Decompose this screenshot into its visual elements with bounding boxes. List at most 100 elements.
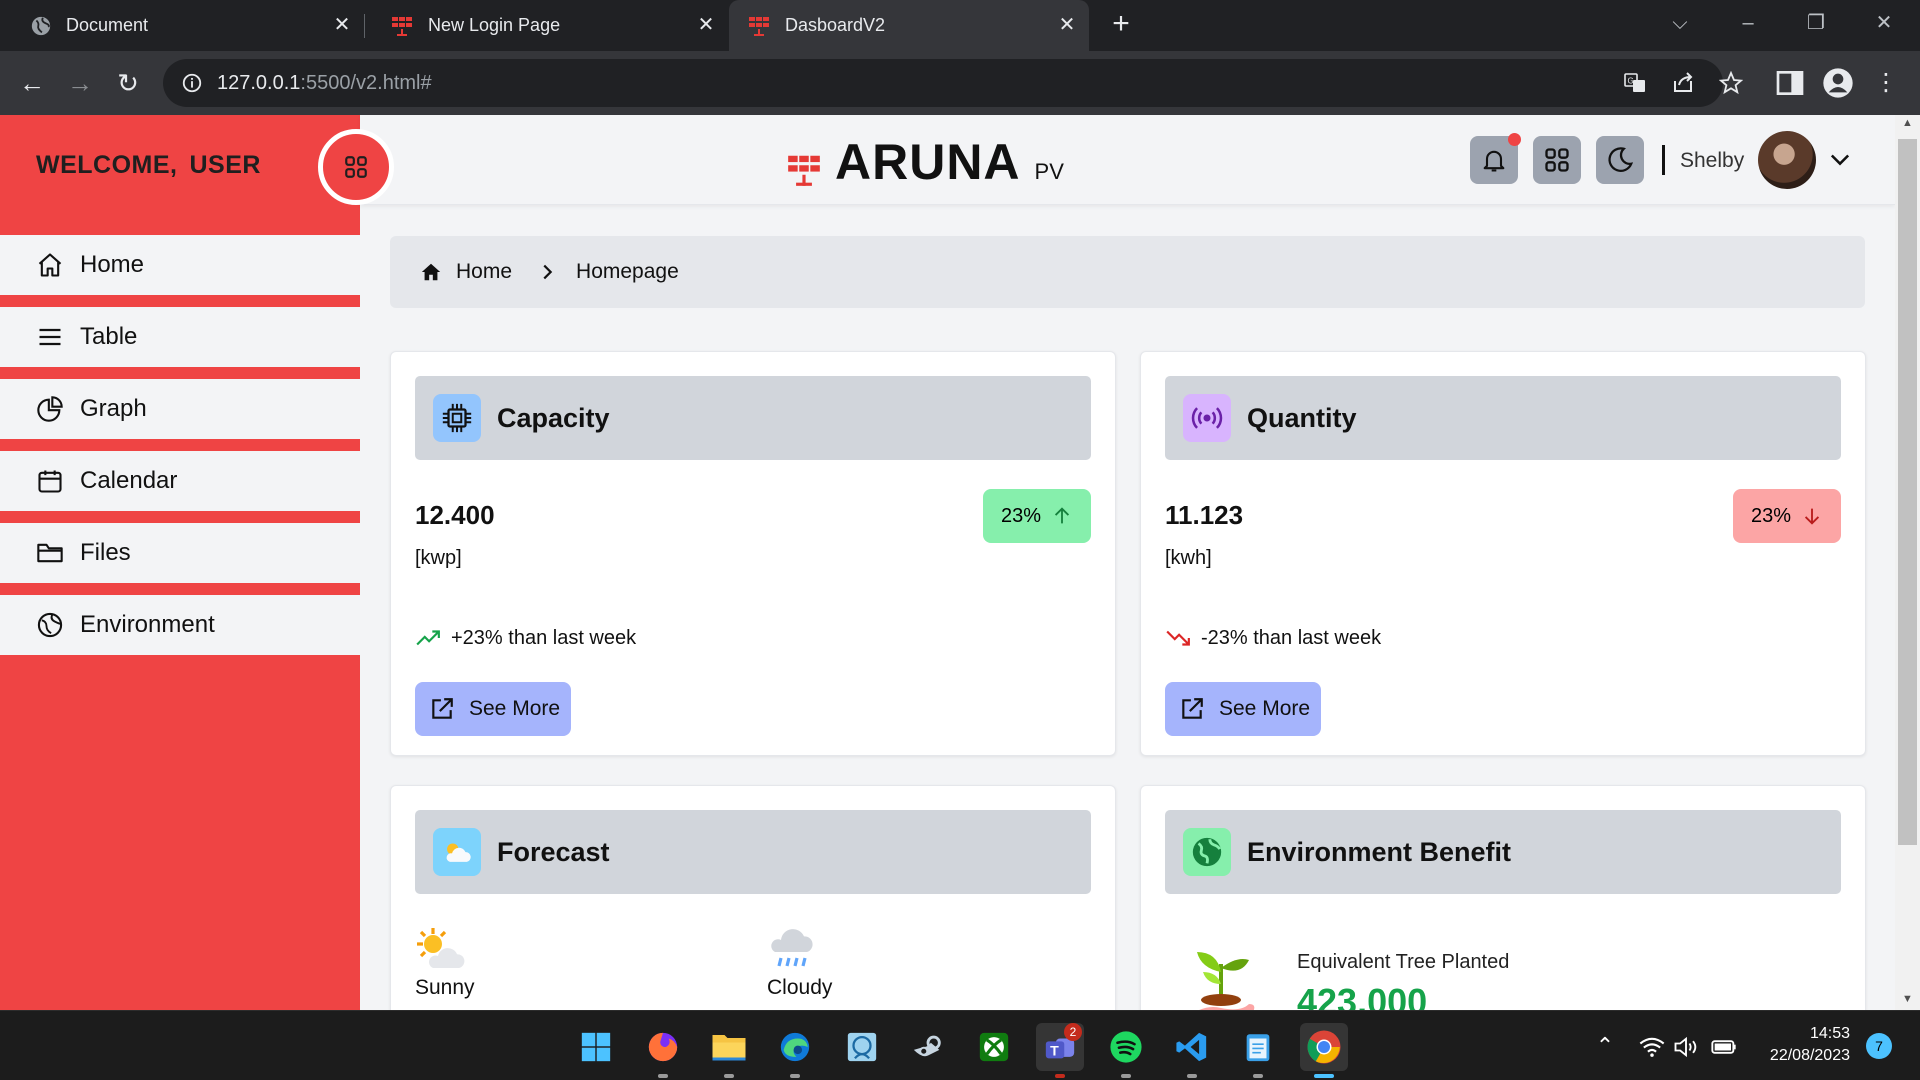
sidebar-item-label: Home <box>80 251 145 278</box>
sidebar-item-label: Environment <box>80 611 215 638</box>
sidebar-item-environment[interactable]: Environment <box>0 595 360 655</box>
earth-icon <box>1183 828 1231 876</box>
dashboard-page: WELCOME, USER Home Table Graph Calendar F… <box>0 115 1920 1010</box>
notepad-app[interactable] <box>1234 1023 1282 1078</box>
windows-icon <box>581 1032 611 1062</box>
notification-center-badge[interactable]: 7 <box>1866 1033 1892 1059</box>
file-explorer-app[interactable] <box>705 1023 753 1078</box>
card-title: Capacity <box>497 402 610 433</box>
forecast-item: Cloudy <box>767 926 832 999</box>
close-icon[interactable]: ✕ <box>330 13 354 37</box>
sidebar-item-table[interactable]: Table <box>0 307 360 367</box>
volume-icon[interactable] <box>1672 1033 1700 1061</box>
home-icon <box>421 263 441 281</box>
badge-text: 23% <box>1750 504 1792 527</box>
url-host: 127.0.0.1 <box>217 71 301 94</box>
scroll-up-icon[interactable]: ▲ <box>1900 117 1915 132</box>
teams-app[interactable]: T 2 <box>1036 1023 1084 1078</box>
menu-kebab-icon[interactable]: ⋮ <box>1868 65 1904 101</box>
see-more-label: See More <box>469 697 561 720</box>
scrollbar-thumb[interactable] <box>1898 139 1917 845</box>
close-icon[interactable]: ✕ <box>1055 13 1079 37</box>
translate-icon[interactable]: G <box>1623 71 1647 95</box>
sidebar-item-home[interactable]: Home <box>0 235 360 295</box>
trend-text: -23% than last week <box>1165 625 1381 651</box>
trend-label: +23% than last week <box>451 626 637 649</box>
solar-panel-icon <box>392 16 412 36</box>
arrow-up-icon <box>1054 507 1070 524</box>
side-panel-icon[interactable] <box>1774 67 1806 99</box>
breadcrumb: Home Homepage <box>390 236 1865 308</box>
close-icon[interactable]: ✕ <box>694 13 718 37</box>
reload-icon[interactable]: ↻ <box>110 65 146 101</box>
browser-tab-document[interactable]: Document ✕ <box>0 0 364 51</box>
card-header: Environment Benefit <box>1165 810 1841 894</box>
firefox-app[interactable] <box>639 1023 687 1078</box>
brand-subtitle: PV <box>1034 159 1064 184</box>
edge-app[interactable] <box>771 1023 819 1078</box>
bookmark-star-icon[interactable] <box>1719 71 1743 95</box>
battery-icon[interactable] <box>1710 1033 1738 1061</box>
card-title: Forecast <box>497 836 610 867</box>
address-bar[interactable]: 127.0.0.1:5500/v2.html# G <box>163 59 1743 107</box>
sidebar-item-label: Files <box>80 539 131 566</box>
vscode-app[interactable] <box>1168 1023 1216 1078</box>
spotify-app[interactable] <box>1102 1023 1150 1078</box>
sidebar-item-label: Graph <box>80 395 147 422</box>
notification-dot <box>1508 133 1521 146</box>
profile-icon[interactable] <box>1822 67 1854 99</box>
photos-app[interactable] <box>838 1023 886 1071</box>
sidebar-item-label: Table <box>80 323 138 350</box>
tab-title: DasboardV2 <box>785 15 886 35</box>
header-divider <box>1662 145 1665 175</box>
svg-text:G: G <box>1628 77 1634 86</box>
globe-icon <box>31 16 51 35</box>
sidebar-item-calendar[interactable]: Calendar <box>0 451 360 511</box>
window-close-icon[interactable]: ✕ <box>1862 8 1906 38</box>
see-more-button[interactable]: See More <box>1165 682 1321 736</box>
capacity-card: Capacity 12.400 [kwp] 23% +23% than last… <box>390 351 1116 756</box>
system-clock[interactable]: 14:53 22/08/2023 <box>1750 1023 1850 1067</box>
quantity-unit: [kwh] <box>1165 547 1212 569</box>
folder-icon <box>712 1035 746 1061</box>
brand-logo[interactable]: ARUNA PV <box>785 135 1064 189</box>
sidebar-toggle-button[interactable] <box>318 129 394 205</box>
photo-icon <box>847 1032 877 1062</box>
share-icon[interactable] <box>1671 71 1695 95</box>
xbox-app[interactable] <box>970 1023 1018 1071</box>
notifications-button[interactable] <box>1470 133 1521 184</box>
running-indicator <box>724 1074 734 1078</box>
sidebar-item-files[interactable]: Files <box>0 523 360 583</box>
see-more-button[interactable]: See More <box>415 682 571 736</box>
tab-search-icon[interactable]: ⌵ <box>1658 8 1702 38</box>
breadcrumb-home[interactable]: Home <box>456 260 512 284</box>
clock-time: 14:53 <box>1809 1025 1850 1042</box>
external-link-icon <box>1182 698 1203 719</box>
edge-icon <box>780 1032 810 1062</box>
browser-tab-dashboard[interactable]: DasboardV2 ✕ <box>729 0 1089 51</box>
chrome-icon <box>1307 1030 1341 1064</box>
steam-app[interactable] <box>904 1023 952 1071</box>
chevron-down-icon[interactable] <box>1826 145 1854 173</box>
avatar[interactable] <box>1758 131 1816 189</box>
folder-icon <box>37 543 63 563</box>
chevron-up-icon[interactable]: ⌃ <box>1591 1033 1619 1061</box>
running-indicator <box>658 1074 668 1078</box>
sidebar-item-graph[interactable]: Graph <box>0 379 360 439</box>
restore-icon[interactable]: ❐ <box>1794 8 1838 38</box>
moon-icon <box>1608 147 1634 172</box>
dark-mode-button[interactable] <box>1596 136 1644 184</box>
forward-icon[interactable]: → <box>62 65 98 101</box>
trending-down-icon <box>1166 630 1190 646</box>
wifi-icon[interactable] <box>1638 1033 1666 1061</box>
minimize-icon[interactable]: – <box>1726 8 1770 38</box>
xbox-icon <box>979 1032 1009 1062</box>
browser-tab-login[interactable]: New Login Page ✕ <box>366 0 728 51</box>
scroll-down-icon[interactable]: ▼ <box>1900 993 1915 1008</box>
back-icon[interactable]: ← <box>14 65 50 101</box>
new-tab-button[interactable]: + <box>1106 9 1136 40</box>
chrome-app[interactable] <box>1300 1023 1348 1078</box>
start-button[interactable] <box>572 1023 620 1071</box>
user-name[interactable]: Shelby <box>1680 149 1744 173</box>
apps-button[interactable] <box>1533 136 1581 184</box>
